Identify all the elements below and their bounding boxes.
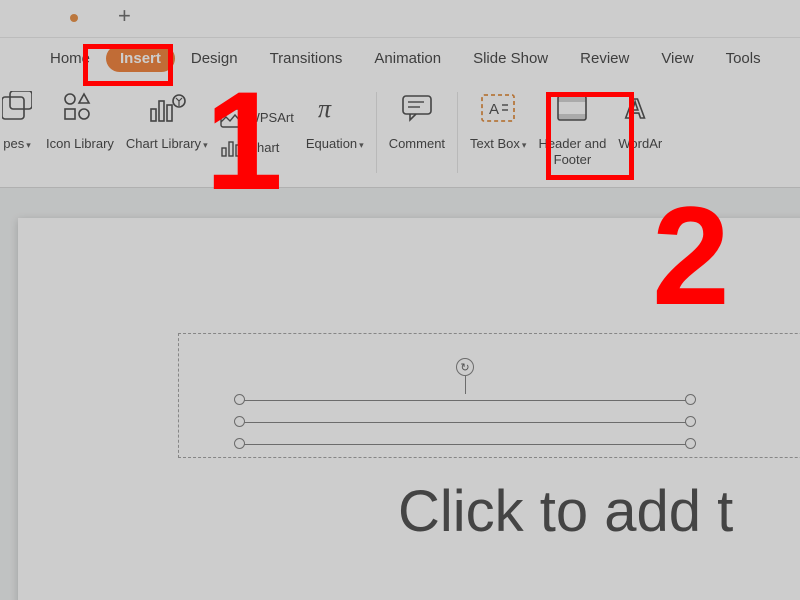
main-menu: Home Insert Design Transitions Animation… bbox=[0, 38, 800, 78]
svg-text:π: π bbox=[318, 94, 332, 123]
ribbon-mini-group: WPSArt Chart bbox=[214, 78, 300, 187]
shapes-button[interactable]: pes▾ bbox=[0, 78, 40, 187]
svg-text:A: A bbox=[489, 101, 499, 118]
chevron-down-icon: ▾ bbox=[359, 140, 364, 150]
resize-handle[interactable] bbox=[234, 438, 245, 449]
icon-library-label: Icon Library bbox=[46, 136, 114, 152]
wpsart-icon bbox=[220, 107, 242, 129]
text-box-label: Text Box bbox=[470, 136, 520, 151]
ribbon-separator bbox=[457, 92, 458, 173]
header-footer-button[interactable]: Header and Footer bbox=[532, 78, 612, 187]
document-tabs: + bbox=[0, 0, 800, 38]
menu-view[interactable]: View bbox=[645, 44, 709, 73]
chevron-down-icon: ▾ bbox=[522, 140, 527, 150]
menu-slide-show[interactable]: Slide Show bbox=[457, 44, 564, 73]
chart-label: Chart bbox=[248, 140, 280, 155]
equation-icon: π bbox=[318, 86, 352, 130]
header-footer-label: Header and Footer bbox=[538, 136, 606, 167]
new-tab-button[interactable]: + bbox=[118, 3, 131, 29]
header-footer-icon bbox=[555, 86, 589, 130]
slide-canvas[interactable]: ↻ Click to add t bbox=[0, 188, 800, 600]
menu-tools[interactable]: Tools bbox=[710, 44, 777, 73]
menu-design[interactable]: Design bbox=[175, 44, 254, 73]
chart-library-button[interactable]: Chart Library▾ bbox=[120, 78, 214, 187]
comment-icon bbox=[400, 86, 434, 130]
equation-label: Equation bbox=[306, 136, 357, 151]
rotate-stem bbox=[465, 376, 466, 394]
shapes-icon bbox=[2, 86, 32, 130]
wordart-button[interactable]: A WordAr bbox=[612, 78, 662, 187]
title-placeholder-text[interactable]: Click to add t bbox=[398, 478, 733, 545]
wordart-icon: A bbox=[623, 86, 657, 130]
resize-handle[interactable] bbox=[685, 394, 696, 405]
selection-edge bbox=[240, 400, 690, 401]
wpsart-label: WPSArt bbox=[248, 110, 294, 125]
svg-text:A: A bbox=[625, 93, 645, 124]
chevron-down-icon: ▾ bbox=[26, 140, 31, 150]
menu-review[interactable]: Review bbox=[564, 44, 645, 73]
chart-button[interactable]: Chart bbox=[220, 137, 294, 159]
chart-library-label: Chart Library bbox=[126, 136, 201, 151]
text-box-icon: A bbox=[478, 86, 518, 130]
insert-ribbon: pes▾ Icon Library Chart Library▾ WPSArt … bbox=[0, 78, 800, 188]
icon-library-button[interactable]: Icon Library bbox=[40, 78, 120, 187]
icon-library-icon bbox=[62, 86, 98, 130]
resize-handle[interactable] bbox=[234, 416, 245, 427]
chart-library-icon bbox=[147, 86, 187, 130]
wordart-label: WordAr bbox=[618, 136, 662, 152]
chevron-down-icon: ▾ bbox=[203, 140, 208, 150]
selected-text-box[interactable]: ↻ bbox=[240, 400, 690, 450]
selection-edge bbox=[240, 422, 690, 423]
ribbon-separator bbox=[376, 92, 377, 173]
unsaved-indicator-icon bbox=[70, 14, 78, 22]
selection-edge bbox=[240, 444, 690, 445]
text-box-button[interactable]: A Text Box▾ bbox=[464, 78, 532, 187]
chart-icon bbox=[220, 137, 242, 159]
menu-transitions[interactable]: Transitions bbox=[254, 44, 359, 73]
comment-label: Comment bbox=[389, 136, 445, 152]
menu-animation[interactable]: Animation bbox=[358, 44, 457, 73]
menu-insert[interactable]: Insert bbox=[106, 45, 175, 72]
shapes-label: pes bbox=[3, 136, 24, 151]
resize-handle[interactable] bbox=[234, 394, 245, 405]
wpsart-button[interactable]: WPSArt bbox=[220, 107, 294, 129]
menu-home[interactable]: Home bbox=[34, 44, 106, 73]
slide[interactable]: ↻ Click to add t bbox=[18, 218, 800, 600]
rotate-handle-icon[interactable]: ↻ bbox=[456, 358, 474, 376]
resize-handle[interactable] bbox=[685, 438, 696, 449]
comment-button[interactable]: Comment bbox=[383, 78, 451, 187]
equation-button[interactable]: π Equation▾ bbox=[300, 78, 370, 187]
resize-handle[interactable] bbox=[685, 416, 696, 427]
